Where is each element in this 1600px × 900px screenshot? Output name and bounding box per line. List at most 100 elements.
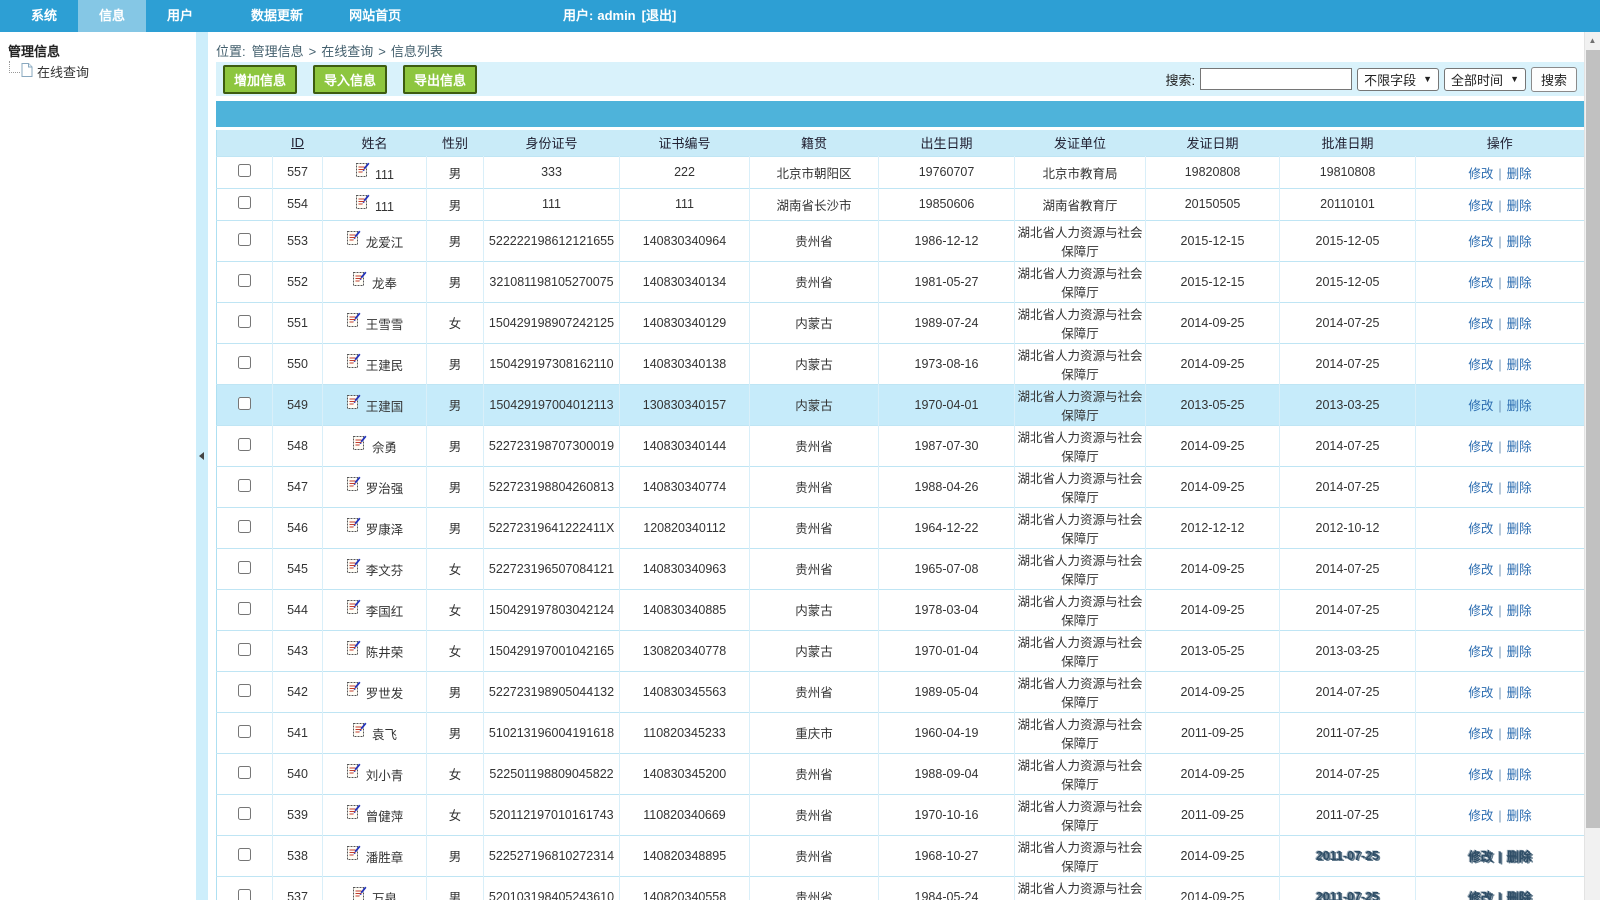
person-name[interactable]: 陈井荣 xyxy=(366,642,404,661)
row-checkbox[interactable] xyxy=(238,397,251,410)
edit-doc-icon[interactable] xyxy=(346,394,361,413)
breadcrumb-link-2[interactable]: 信息列表 xyxy=(391,44,443,59)
scroll-up-button[interactable]: ▲ xyxy=(1585,32,1600,49)
row-checkbox[interactable] xyxy=(238,807,251,820)
edit-doc-icon[interactable] xyxy=(346,804,361,823)
row-checkbox[interactable] xyxy=(238,196,251,209)
nav-tab-site-home[interactable]: 网站首页 xyxy=(328,0,422,32)
search-button[interactable]: 搜索 xyxy=(1531,67,1577,92)
edit-doc-icon[interactable] xyxy=(352,435,367,454)
row-checkbox[interactable] xyxy=(238,479,251,492)
row-checkbox[interactable] xyxy=(238,520,251,533)
column-header-1[interactable]: ID xyxy=(273,130,323,156)
person-name[interactable]: 王建国 xyxy=(366,396,404,415)
person-name[interactable]: 龙奉 xyxy=(372,273,397,292)
edit-doc-icon[interactable] xyxy=(352,886,367,900)
edit-link[interactable]: 修改 xyxy=(1468,199,1493,213)
person-name[interactable]: 李国红 xyxy=(366,601,404,620)
delete-link[interactable]: 删除 xyxy=(1507,522,1532,536)
edit-doc-icon[interactable] xyxy=(346,517,361,536)
edit-doc-icon[interactable] xyxy=(346,640,361,659)
row-checkbox[interactable] xyxy=(238,848,251,861)
breadcrumb-link-1[interactable]: 在线查询 xyxy=(321,44,373,59)
scrollbar-thumb[interactable] xyxy=(1586,50,1600,828)
delete-link[interactable]: 删除 xyxy=(1507,686,1532,700)
edit-link[interactable]: 修改 xyxy=(1468,440,1493,454)
delete-link[interactable]: 删除 xyxy=(1507,235,1532,249)
row-checkbox[interactable] xyxy=(238,356,251,369)
row-checkbox[interactable] xyxy=(238,561,251,574)
edit-link[interactable]: 修改 xyxy=(1468,235,1493,249)
delete-link[interactable]: 删除 xyxy=(1507,563,1532,577)
nav-tab-system[interactable]: 系统 xyxy=(10,0,78,32)
person-name[interactable]: 袁飞 xyxy=(372,724,397,743)
delete-link[interactable]: 删除 xyxy=(1507,891,1532,900)
sidebar-item-online-query[interactable]: 在线查询 xyxy=(9,61,196,81)
delete-link[interactable]: 删除 xyxy=(1507,276,1532,290)
edit-link[interactable]: 修改 xyxy=(1468,399,1493,413)
export-info-button[interactable]: 导出信息 xyxy=(403,65,477,94)
person-name[interactable]: 111 xyxy=(375,200,394,214)
row-checkbox[interactable] xyxy=(238,602,251,615)
delete-link[interactable]: 删除 xyxy=(1507,358,1532,372)
delete-link[interactable]: 删除 xyxy=(1507,768,1532,782)
edit-link[interactable]: 修改 xyxy=(1468,809,1493,823)
edit-doc-icon[interactable] xyxy=(346,230,361,249)
edit-link[interactable]: 修改 xyxy=(1468,727,1493,741)
edit-link[interactable]: 修改 xyxy=(1468,686,1493,700)
edit-link[interactable]: 修改 xyxy=(1468,317,1493,331)
person-name[interactable]: 万泉 xyxy=(372,888,397,900)
edit-link[interactable]: 修改 xyxy=(1468,850,1493,864)
nav-tab-data-update[interactable]: 数据更新 xyxy=(230,0,324,32)
row-checkbox[interactable] xyxy=(238,725,251,738)
edit-doc-icon[interactable] xyxy=(346,476,361,495)
row-checkbox[interactable] xyxy=(238,766,251,779)
edit-link[interactable]: 修改 xyxy=(1468,358,1493,372)
row-checkbox[interactable] xyxy=(238,438,251,451)
search-input[interactable] xyxy=(1200,68,1352,90)
row-checkbox[interactable] xyxy=(238,274,251,287)
logout-link[interactable]: [退出] xyxy=(642,8,677,23)
delete-link[interactable]: 删除 xyxy=(1507,604,1532,618)
edit-link[interactable]: 修改 xyxy=(1468,563,1493,577)
edit-doc-icon[interactable] xyxy=(346,353,361,372)
person-name[interactable]: 刘小青 xyxy=(366,765,404,784)
edit-doc-icon[interactable] xyxy=(346,763,361,782)
delete-link[interactable]: 删除 xyxy=(1507,727,1532,741)
edit-doc-icon[interactable] xyxy=(346,312,361,331)
person-name[interactable]: 曾健萍 xyxy=(366,806,404,825)
edit-doc-icon[interactable] xyxy=(355,162,370,181)
edit-doc-icon[interactable] xyxy=(355,194,370,213)
delete-link[interactable]: 删除 xyxy=(1507,199,1532,213)
row-checkbox[interactable] xyxy=(238,233,251,246)
add-info-button[interactable]: 增加信息 xyxy=(223,65,297,94)
edit-link[interactable]: 修改 xyxy=(1468,645,1493,659)
time-filter-select[interactable]: 全部时间▼ xyxy=(1444,68,1526,91)
person-name[interactable]: 李文芬 xyxy=(366,560,404,579)
edit-doc-icon[interactable] xyxy=(352,271,367,290)
row-checkbox[interactable] xyxy=(238,643,251,656)
edit-doc-icon[interactable] xyxy=(346,845,361,864)
person-name[interactable]: 王雪雪 xyxy=(366,314,404,333)
edit-link[interactable]: 修改 xyxy=(1468,167,1493,181)
nav-tab-users[interactable]: 用户 xyxy=(146,0,214,32)
person-name[interactable]: 罗治强 xyxy=(366,478,404,497)
import-info-button[interactable]: 导入信息 xyxy=(313,65,387,94)
delete-link[interactable]: 删除 xyxy=(1507,317,1532,331)
field-filter-select[interactable]: 不限字段▼ xyxy=(1357,68,1439,91)
person-name[interactable]: 佘勇 xyxy=(372,437,397,456)
person-name[interactable]: 王建民 xyxy=(366,355,404,374)
person-name[interactable]: 罗康泽 xyxy=(366,519,404,538)
vertical-scrollbar[interactable]: ▲ xyxy=(1584,32,1600,900)
breadcrumb-link-0[interactable]: 管理信息 xyxy=(252,44,304,59)
edit-link[interactable]: 修改 xyxy=(1468,604,1493,618)
edit-link[interactable]: 修改 xyxy=(1468,891,1493,900)
edit-doc-icon[interactable] xyxy=(346,558,361,577)
edit-doc-icon[interactable] xyxy=(346,681,361,700)
delete-link[interactable]: 删除 xyxy=(1507,645,1532,659)
person-name[interactable]: 龙爱江 xyxy=(366,232,404,251)
person-name[interactable]: 潘胜章 xyxy=(366,847,404,866)
delete-link[interactable]: 删除 xyxy=(1507,167,1532,181)
row-checkbox[interactable] xyxy=(238,889,251,900)
delete-link[interactable]: 删除 xyxy=(1507,481,1532,495)
